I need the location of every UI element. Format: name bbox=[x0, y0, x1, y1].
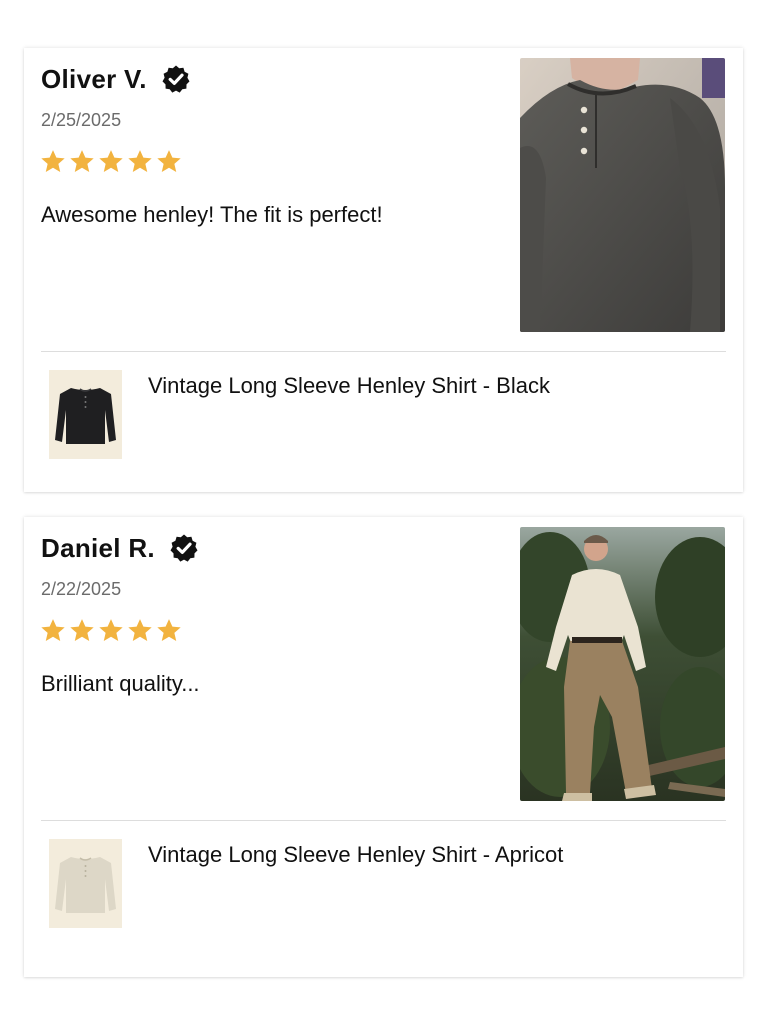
review-photo[interactable] bbox=[520, 58, 725, 332]
review-date: 2/25/2025 bbox=[41, 110, 122, 130]
verified-check-icon bbox=[169, 533, 199, 563]
reviewer-row: Oliver V. bbox=[41, 62, 191, 96]
review-text: Brilliant quality... bbox=[41, 671, 200, 696]
star-icon bbox=[41, 150, 65, 173]
divider bbox=[41, 820, 726, 821]
star-icon bbox=[128, 150, 152, 173]
product-link[interactable]: Vintage Long Sleeve Henley Shirt - Black bbox=[41, 370, 726, 460]
star-icon bbox=[157, 619, 181, 642]
reviewer-name: Daniel R. bbox=[41, 532, 155, 563]
star-icon bbox=[70, 619, 94, 642]
review-date: 2/22/2025 bbox=[41, 579, 122, 599]
product-link[interactable]: Vintage Long Sleeve Henley Shirt - Apric… bbox=[41, 839, 726, 929]
star-icon bbox=[70, 150, 94, 173]
review-header: Oliver V. 2/25/2025 Awesome henley! The … bbox=[24, 48, 743, 352]
star-rating bbox=[39, 617, 183, 645]
reviewer-name: Oliver V. bbox=[41, 63, 147, 94]
verified-check-icon bbox=[161, 64, 191, 94]
review-text: Awesome henley! The fit is perfect! bbox=[41, 202, 383, 227]
reviews-page: Oliver V. 2/25/2025 Awesome henley! The … bbox=[0, 0, 768, 1024]
product-thumbnail[interactable] bbox=[49, 370, 122, 459]
reviewer-row: Daniel R. bbox=[41, 531, 199, 565]
product-thumbnail[interactable] bbox=[49, 839, 122, 928]
review-card: Oliver V. 2/25/2025 Awesome henley! The … bbox=[24, 48, 743, 492]
review-photo[interactable] bbox=[520, 527, 725, 801]
product-name[interactable]: Vintage Long Sleeve Henley Shirt - Apric… bbox=[148, 842, 563, 868]
product-name[interactable]: Vintage Long Sleeve Henley Shirt - Black bbox=[148, 373, 550, 399]
star-rating bbox=[39, 148, 183, 176]
review-card: Daniel R. 2/22/2025 Brilliant quality... bbox=[24, 517, 743, 977]
divider bbox=[41, 351, 726, 352]
star-icon bbox=[41, 619, 65, 642]
star-icon bbox=[128, 619, 152, 642]
star-icon bbox=[99, 150, 123, 173]
star-icon bbox=[99, 619, 123, 642]
review-header: Daniel R. 2/22/2025 Brilliant quality... bbox=[24, 517, 743, 821]
star-icon bbox=[157, 150, 181, 173]
